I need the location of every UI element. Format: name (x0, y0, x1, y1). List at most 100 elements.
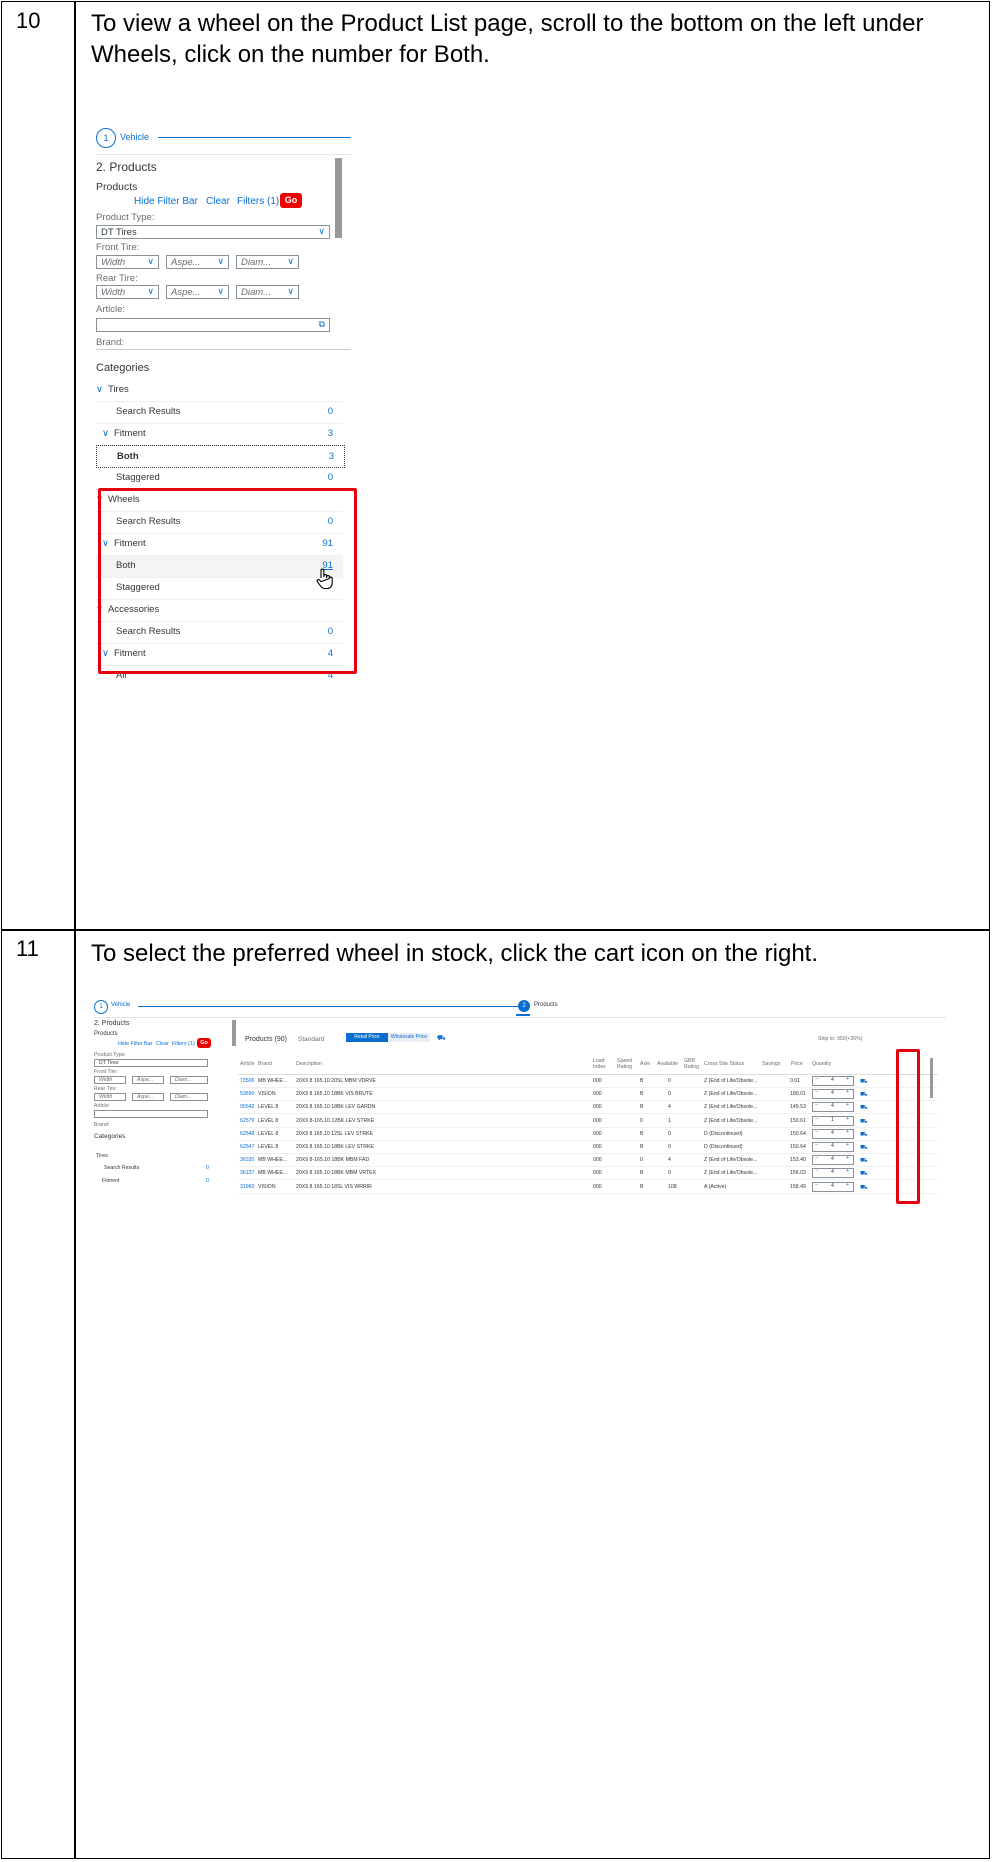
add-to-cart-icon[interactable]: ⛟ (860, 1078, 868, 1086)
cart-icon[interactable]: ⛟ (437, 1034, 446, 1043)
article-link[interactable]: 62579 (240, 1118, 254, 1124)
category-count[interactable]: 0 (328, 472, 333, 483)
quantity-stepper[interactable]: − 4 + (812, 1089, 854, 1100)
article-link[interactable]: 95542 (240, 1104, 254, 1110)
category-item[interactable]: Staggered 0 (96, 467, 343, 490)
front-width-select[interactable]: Width ∨ (96, 255, 159, 269)
quantity-value[interactable]: 4 (831, 1169, 834, 1175)
quantity-stepper[interactable]: − 4 + (812, 1168, 854, 1179)
quantity-value[interactable]: 4 (831, 1103, 834, 1109)
minus-icon[interactable]: − (815, 1168, 818, 1174)
add-to-cart-icon[interactable]: ⛟ (860, 1170, 868, 1178)
front-diameter-select[interactable]: Diam... (170, 1076, 208, 1084)
add-to-cart-icon[interactable]: ⛟ (860, 1118, 868, 1126)
article-link[interactable]: 36330 (240, 1157, 254, 1163)
add-to-cart-icon[interactable]: ⛟ (860, 1144, 868, 1152)
front-width-select[interactable]: Width (94, 1076, 126, 1084)
product-type-select[interactable]: DT Tires (94, 1059, 208, 1067)
category-item-selected[interactable]: Both 3 (96, 445, 345, 468)
hide-filter-bar-link[interactable]: Hide Filter Bar (134, 196, 198, 207)
plus-icon[interactable]: + (846, 1142, 849, 1148)
minus-icon[interactable]: − (815, 1116, 818, 1122)
go-button[interactable]: Go (280, 193, 302, 208)
quantity-value[interactable]: 4 (831, 1183, 834, 1189)
product-type-select[interactable]: DT Tires ∨ (96, 225, 330, 239)
minus-icon[interactable]: − (815, 1182, 818, 1188)
add-to-cart-icon[interactable]: ⛟ (860, 1131, 868, 1139)
add-to-cart-icon[interactable]: ⛟ (860, 1091, 868, 1099)
scrollbar[interactable] (335, 158, 342, 238)
rear-aspect-select[interactable]: Aspe... (132, 1093, 164, 1101)
article-link[interactable]: 62548 (240, 1131, 254, 1137)
minus-icon[interactable]: − (815, 1155, 818, 1161)
article-link[interactable]: 53690 (240, 1091, 254, 1097)
quantity-value[interactable]: 4 (831, 1143, 834, 1149)
add-to-cart-icon[interactable]: ⛟ (860, 1157, 868, 1165)
table-row[interactable]: 62579 LEVEL 8 20X9 8-165.10 12BK LEV STRKE… (238, 1115, 938, 1128)
quantity-stepper[interactable]: − 4 + (812, 1128, 854, 1139)
step-circle-active[interactable]: 2 (518, 1000, 530, 1012)
column-header[interactable]: Description (296, 1061, 322, 1067)
article-link[interactable]: 62547 (240, 1144, 254, 1150)
article-link[interactable]: 73506 (240, 1078, 254, 1084)
value-help-icon[interactable]: ⧉ (319, 319, 325, 330)
column-header[interactable]: Cross Site Status (704, 1061, 744, 1067)
hide-filter-bar-link[interactable]: Hide Filter Bar (118, 1041, 152, 1047)
scrollbar[interactable] (930, 1058, 933, 1098)
front-aspect-select[interactable]: Aspe... (132, 1076, 164, 1084)
front-diameter-select[interactable]: Diam... ∨ (236, 255, 299, 269)
rear-diameter-select[interactable]: Diam... ∨ (236, 285, 299, 299)
plus-icon[interactable]: + (846, 1089, 849, 1095)
quantity-value[interactable]: 4 (831, 1156, 834, 1162)
column-header[interactable]: Available (657, 1061, 678, 1067)
wholesale-price-button[interactable]: Wholesale Price (388, 1033, 430, 1042)
quantity-value[interactable]: 4 (831, 1090, 834, 1096)
rear-diameter-select[interactable]: Diam... (170, 1093, 208, 1101)
column-header[interactable]: Article (240, 1061, 254, 1067)
minus-icon[interactable]: − (815, 1076, 818, 1082)
article-input[interactable] (94, 1110, 208, 1118)
quantity-value[interactable]: 4 (831, 1077, 834, 1083)
minus-icon[interactable]: − (815, 1089, 818, 1095)
filters-link[interactable]: Filters (1) (237, 196, 279, 207)
table-row[interactable]: 73506 MB WHEE... 20X9 8 165.10 20SL MBM VD… (238, 1075, 938, 1088)
ship-to[interactable]: Ship to: 950(+30%) (818, 1036, 863, 1042)
plus-icon[interactable]: + (846, 1155, 849, 1161)
plus-icon[interactable]: + (846, 1116, 849, 1122)
column-header[interactable]: GBB Rating (684, 1058, 699, 1070)
quantity-value[interactable]: 4 (831, 1130, 834, 1136)
plus-icon[interactable]: + (846, 1076, 849, 1082)
column-header[interactable]: Quantity (812, 1061, 831, 1067)
table-row[interactable]: 95542 LEVEL 8 20X9 8 165.10 18BK LEV GARDN… (238, 1101, 938, 1115)
clear-link[interactable]: Clear (206, 196, 230, 207)
front-aspect-select[interactable]: Aspe... ∨ (166, 255, 229, 269)
category-count[interactable]: 3 (329, 451, 334, 462)
retail-price-button[interactable]: Retail Price (346, 1033, 388, 1042)
category-group-tires[interactable]: ∨ Tires (96, 379, 343, 402)
go-button[interactable]: Go (197, 1038, 211, 1048)
category-fitment[interactable]: Fitment (102, 1178, 119, 1184)
rear-width-select[interactable]: Width (94, 1093, 126, 1101)
category-count[interactable]: 0 (206, 1178, 209, 1184)
column-header[interactable]: Load Index (593, 1058, 609, 1070)
rear-width-select[interactable]: Width ∨ (96, 285, 159, 299)
category-tires[interactable]: Tires (96, 1153, 108, 1159)
article-input[interactable]: ⧉ (96, 318, 330, 332)
add-to-cart-icon[interactable]: ⛟ (860, 1184, 868, 1192)
filters-link[interactable]: Filters (1) (172, 1041, 195, 1047)
plus-icon[interactable]: + (846, 1168, 849, 1174)
table-row[interactable]: 36330 MB WHEE... 20X9 8-165.10 18BK MBM FA… (238, 1154, 938, 1168)
article-link[interactable]: 31960 (240, 1184, 254, 1190)
step-circle[interactable]: 1 (96, 128, 116, 148)
category-count[interactable]: 0 (206, 1165, 209, 1171)
plus-icon[interactable]: + (846, 1129, 849, 1135)
table-row[interactable]: 31960 VISION 20X9 8 165.10 18SL VIS WRRIR 0… (238, 1181, 938, 1194)
quantity-stepper[interactable]: − 4 + (812, 1076, 854, 1086)
column-header[interactable]: Savings (762, 1061, 780, 1067)
add-to-cart-icon[interactable]: ⛟ (860, 1104, 868, 1112)
quantity-stepper[interactable]: − 4 + (812, 1102, 854, 1113)
minus-icon[interactable]: − (815, 1129, 818, 1135)
table-row[interactable]: 53690 VISION 20X9 8 165.10 18BK VIS BRUTE 0… (238, 1088, 938, 1102)
scrollbar[interactable] (232, 1020, 236, 1046)
view-select[interactable]: Standard (298, 1036, 324, 1043)
